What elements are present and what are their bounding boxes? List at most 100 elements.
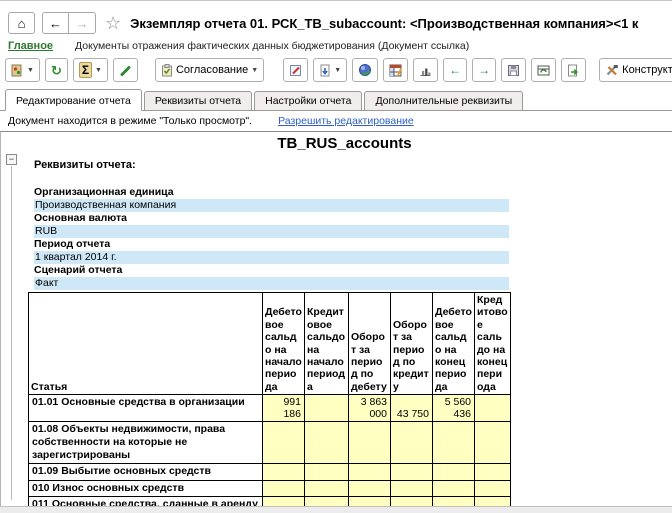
value-cell[interactable]	[348, 495, 391, 506]
menu-bar: Главное Документы отражения фактических …	[0, 39, 672, 55]
sphere-button[interactable]	[352, 58, 379, 82]
approval-dropdown-button[interactable]: Согласование ▼	[154, 58, 265, 82]
value-cell[interactable]: 43 750	[390, 394, 433, 422]
value-cell[interactable]	[432, 495, 475, 506]
note-edit-icon	[289, 64, 302, 77]
table-header-row: Статья Дебетовое сальдо на начало период…	[28, 292, 511, 395]
value-cell[interactable]	[262, 420, 305, 465]
tab-additional-requisites[interactable]: Дополнительные реквизиты	[364, 91, 524, 110]
value-cell[interactable]: 5 560 436	[432, 394, 475, 422]
value-cell[interactable]	[348, 479, 391, 497]
tab-report-requisites[interactable]: Реквизиты отчета	[143, 91, 253, 110]
toolbar: ▼ ↻ Σ ▼ Согласование ▼ ▼ ← → Конструкт	[0, 55, 672, 89]
back-button[interactable]: ←	[42, 12, 69, 34]
section-header: Реквизиты отчета:	[34, 159, 136, 171]
home-button[interactable]: ⌂	[8, 12, 35, 34]
value-cell[interactable]	[348, 420, 391, 465]
hammer-wrench-icon	[605, 64, 619, 77]
value-cell[interactable]	[390, 420, 433, 465]
report-structure-button[interactable]: ▼	[5, 58, 40, 82]
caret-down-icon: ▼	[251, 66, 259, 74]
value-cell[interactable]	[390, 463, 433, 481]
table-body: 01.01 Основные средства в организации 991…	[28, 394, 511, 506]
table-sync-button[interactable]	[531, 58, 557, 82]
page-export-icon	[567, 64, 580, 77]
value-cell[interactable]	[390, 479, 433, 497]
note-edit-button[interactable]	[283, 58, 309, 82]
value-cell[interactable]	[390, 495, 433, 506]
table-row: 010 Износ основных средств	[28, 479, 511, 497]
value-cell[interactable]	[474, 463, 511, 481]
value-cell[interactable]	[432, 463, 475, 481]
value-cell[interactable]: 3 863 000	[348, 394, 391, 422]
form-designer-button[interactable]: Конструктор формы	[599, 58, 672, 82]
attribute-value-cell[interactable]: 1 квартал 2014 г.	[34, 251, 509, 264]
column-header-article: Статья	[28, 292, 263, 395]
collapse-group-button[interactable]: −	[6, 154, 17, 165]
floppy-disk-icon	[507, 64, 520, 77]
grouping-line	[11, 166, 12, 500]
row-label-cell: 01.09 Выбытие основных средств	[28, 463, 263, 481]
row-label-cell: 01.08 Объекты недвижимости, права собств…	[28, 420, 263, 465]
value-cell[interactable]	[304, 394, 349, 422]
attribute-value-cell[interactable]: Производственная компания	[34, 199, 509, 212]
value-cell[interactable]	[304, 479, 349, 497]
value-cell[interactable]	[262, 495, 305, 506]
page-download-icon	[319, 64, 331, 77]
refresh-icon: ↻	[50, 62, 62, 78]
export-page-button[interactable]	[561, 58, 587, 82]
table-row: 01.01 Основные средства в организации 991…	[28, 394, 511, 422]
totals-button[interactable]: Σ ▼	[72, 58, 108, 82]
value-cell[interactable]	[304, 420, 349, 465]
undo-button[interactable]: ←	[443, 58, 468, 82]
table-edit-icon	[389, 64, 403, 77]
pencil-icon	[119, 64, 132, 77]
forward-icon: →	[75, 15, 89, 31]
window-title: Экземпляр отчета 01. РСК_ТВ_subaccount: …	[130, 15, 639, 31]
favorites-star-icon[interactable]: ☆	[105, 13, 121, 34]
home-icon: ⌂	[17, 15, 26, 31]
chart-button[interactable]	[413, 58, 439, 82]
value-cell[interactable]	[432, 420, 475, 465]
tab-report-settings[interactable]: Настройки отчета	[254, 91, 363, 110]
save-button[interactable]	[501, 58, 527, 82]
forward-button[interactable]: →	[69, 12, 96, 34]
row-label-cell: 01.01 Основные средства в организации	[28, 394, 263, 422]
value-cell[interactable]	[262, 479, 305, 497]
redo-button[interactable]: →	[472, 58, 497, 82]
globe-sphere-icon	[358, 63, 372, 77]
approval-label: Согласование	[175, 64, 249, 76]
attribute-value-cell[interactable]: Факт	[34, 277, 509, 290]
caret-down-icon: ▼	[334, 66, 342, 74]
main-menu-link[interactable]: Главное	[8, 40, 53, 52]
arrow-right-icon: →	[478, 63, 491, 77]
value-cell[interactable]: 991 186	[262, 394, 305, 422]
value-cell[interactable]	[474, 394, 511, 422]
value-cell[interactable]	[474, 479, 511, 497]
value-cell[interactable]	[432, 479, 475, 497]
value-cell[interactable]	[474, 495, 511, 506]
report-attributes: Организационная единица Производственная …	[34, 186, 509, 290]
allow-editing-link[interactable]: Разрешить редактирование	[278, 115, 414, 127]
attribute-label: Сценарий отчета	[34, 264, 123, 276]
caret-down-icon: ▼	[95, 66, 102, 74]
top-navigation-bar: ⌂ ← → ☆ Экземпляр отчета 01. РСК_ТВ_suba…	[0, 1, 672, 39]
load-data-dropdown-button[interactable]: ▼	[313, 58, 348, 82]
row-label-cell: 010 Износ основных средств	[28, 479, 263, 497]
arrow-left-icon: ←	[449, 63, 462, 77]
column-header: Кредитовое сальдо на начало периода	[304, 292, 349, 395]
structure-icon	[11, 64, 24, 77]
table-sync-icon	[537, 64, 550, 77]
tab-report-editing[interactable]: Редактирование отчета	[5, 89, 142, 111]
value-cell[interactable]	[262, 463, 305, 481]
tab-strip: Редактирование отчета Реквизиты отчета Нас…	[0, 89, 672, 111]
edit-pencil-button[interactable]	[112, 58, 138, 82]
value-cell[interactable]	[304, 495, 349, 506]
value-cell[interactable]	[348, 463, 391, 481]
value-cell[interactable]	[304, 463, 349, 481]
attribute-value-cell[interactable]: RUB	[34, 225, 509, 238]
refresh-button[interactable]: ↻	[44, 58, 68, 82]
table-row: 01.09 Выбытие основных средств	[28, 463, 511, 481]
table-edit-button[interactable]	[383, 58, 409, 82]
value-cell[interactable]	[474, 420, 511, 465]
